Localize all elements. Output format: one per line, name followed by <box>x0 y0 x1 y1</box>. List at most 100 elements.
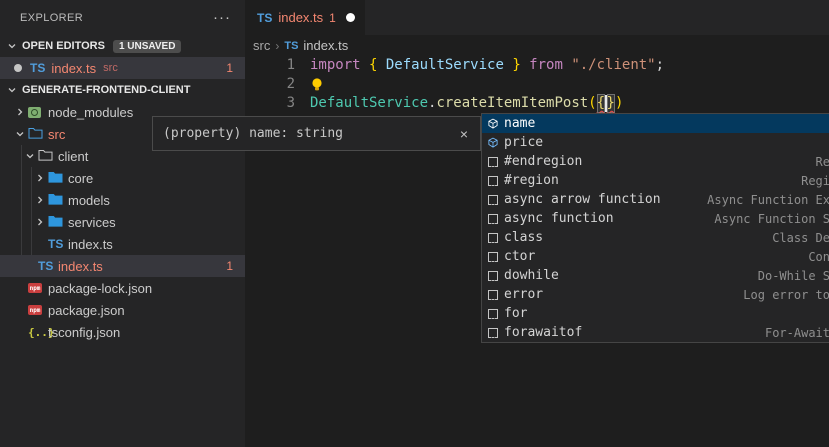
snippet-icon <box>482 328 504 338</box>
sidebar-title: EXPLORER <box>20 12 83 24</box>
suggestion-label: async arrow function <box>504 192 661 207</box>
snippet-icon <box>482 252 504 262</box>
problems-count-badge: 1 <box>226 61 233 75</box>
tree-item-index.ts[interactable]: TSindex.ts1 <box>0 255 245 277</box>
tree-item-label: src <box>48 127 65 142</box>
node-modules-folder-icon <box>28 107 41 118</box>
suggestion-detail: Do-While S <box>758 269 829 283</box>
suggestion-label: for <box>504 306 527 321</box>
tree-item-index.ts[interactable]: TSindex.ts <box>0 233 245 255</box>
chevron-right-icon <box>32 195 48 205</box>
chevron-right-icon <box>12 107 28 117</box>
unsaved-count-badge: 1 UNSAVED <box>113 40 182 53</box>
npm-icon: npm <box>28 305 42 315</box>
folder-icon <box>48 171 63 186</box>
tree-item-label: index.ts <box>68 237 113 252</box>
npm-icon: npm <box>28 283 42 293</box>
suggestion-class[interactable]: classClass De <box>482 228 829 247</box>
chevron-down-icon <box>12 129 28 139</box>
project-section-header[interactable]: GENERATE-FRONTEND-CLIENT <box>0 79 245 101</box>
tooltip-text: (property) name: string <box>163 126 458 141</box>
open-editors-section-header[interactable]: OPEN EDITORS 1 UNSAVED <box>0 35 245 57</box>
suggestion-label: name <box>504 116 535 131</box>
folder-icon <box>48 193 63 208</box>
chevron-right-icon <box>32 217 48 227</box>
code-area[interactable]: 1import { DefaultService } from "./clien… <box>245 56 829 113</box>
ts-icon: TS <box>30 61 45 75</box>
code-token: ) <box>615 94 623 113</box>
tree-item-label: tsconfig.json <box>48 325 120 340</box>
code-line-3[interactable]: 3DefaultService.createItemItemPost({}) <box>245 94 829 113</box>
code-token: { <box>369 56 386 75</box>
suggestion-error[interactable]: errorLog error to <box>482 285 829 304</box>
code-token: DefaultService <box>386 56 504 75</box>
code-token: "./client" <box>571 56 655 75</box>
suggestion-forawaitof[interactable]: forawaitof For-Await <box>482 323 829 342</box>
open-editor-file-path: src <box>103 62 118 74</box>
suggestion-detail: For-Await <box>765 326 829 340</box>
tree-item-models[interactable]: models <box>0 189 245 211</box>
suggestion-detail: Class De <box>772 231 829 245</box>
suggestion--endregion[interactable]: #endregionRe <box>482 152 829 171</box>
tree-item-label: core <box>68 171 93 186</box>
suggestion-label: #region <box>504 173 559 188</box>
suggestion-detail: Log error to <box>743 288 829 302</box>
tab-index-ts[interactable]: TS index.ts 1 <box>245 0 365 35</box>
breadcrumb-file[interactable]: index.ts <box>303 38 348 53</box>
suggestion-detail: Regi <box>801 174 829 188</box>
tree-item-label: index.ts <box>58 259 103 274</box>
tree-item-package.json[interactable]: npmpackage.json <box>0 299 245 321</box>
suggestion-label: price <box>504 135 543 150</box>
breadcrumb-folder[interactable]: src <box>253 38 270 53</box>
code-token: } <box>607 94 615 113</box>
open-editor-item-index-ts[interactable]: TS index.ts src 1 <box>0 57 245 79</box>
suggest-widget: name price #endregionRe #region Regi async ar… <box>481 113 829 343</box>
tree-item-services[interactable]: services <box>0 211 245 233</box>
suggestion-ctor[interactable]: ctorCon <box>482 247 829 266</box>
suggestion-dowhile[interactable]: dowhileDo-While S <box>482 266 829 285</box>
explorer-sidebar: EXPLORER ··· OPEN EDITORS 1 UNSAVED TS i… <box>0 0 245 447</box>
close-icon[interactable]: × <box>458 126 470 142</box>
breadcrumb-separator: › <box>275 39 279 53</box>
chevron-right-icon <box>32 173 48 183</box>
chevron-down-icon <box>4 85 20 95</box>
code-line-2[interactable]: 2 <box>245 75 829 94</box>
snippet-icon <box>482 309 504 319</box>
problems-count-badge: 1 <box>226 259 233 273</box>
suggestion--region[interactable]: #region Regi <box>482 171 829 190</box>
suggestion-detail: Async Function Ex <box>707 193 829 207</box>
tree-item-core[interactable]: core <box>0 167 245 189</box>
suggestion-for[interactable]: for <box>482 304 829 323</box>
open-editors-label: OPEN EDITORS <box>22 40 105 52</box>
tree-item-tsconfig.json[interactable]: {..}tsconfig.json <box>0 321 245 343</box>
unsaved-dot-icon[interactable] <box>346 13 355 22</box>
suggestion-name[interactable]: name <box>482 114 829 133</box>
hover-tooltip: (property) name: string × <box>152 116 481 151</box>
suggestion-price[interactable]: price <box>482 133 829 152</box>
suggestion-async-arrow-function[interactable]: async arrow function Async Function Ex <box>482 190 829 209</box>
suggestion-detail: Con <box>808 250 829 264</box>
code-token: . <box>428 94 436 113</box>
code-token: DefaultService <box>310 94 428 113</box>
chevron-down-icon <box>22 151 38 161</box>
lightbulb-icon[interactable] <box>310 77 324 92</box>
tree-item-label: node_modules <box>48 105 133 120</box>
open-editor-file-name: index.ts <box>51 61 96 76</box>
line-content: import { DefaultService } from "./client… <box>295 56 664 75</box>
code-line-1[interactable]: 1import { DefaultService } from "./clien… <box>245 56 829 75</box>
vscode-window: EXPLORER ··· OPEN EDITORS 1 UNSAVED TS i… <box>0 0 829 447</box>
suggestion-async-function[interactable]: async functionAsync Function S <box>482 209 829 228</box>
tree-item-package-lock.json[interactable]: npmpackage-lock.json <box>0 277 245 299</box>
code-token: from <box>521 56 572 75</box>
code-token: } <box>504 56 521 75</box>
tree-item-label: services <box>68 215 116 230</box>
tree-item-label: models <box>68 193 110 208</box>
code-token: { <box>597 94 605 113</box>
snippet-icon <box>482 214 504 224</box>
more-actions-icon[interactable]: ··· <box>213 9 231 26</box>
line-number: 3 <box>245 94 295 113</box>
suggestion-label: forawaitof <box>504 325 582 340</box>
field-icon <box>482 137 504 149</box>
project-name-label: GENERATE-FRONTEND-CLIENT <box>22 84 190 96</box>
suggestion-label: async function <box>504 211 614 226</box>
